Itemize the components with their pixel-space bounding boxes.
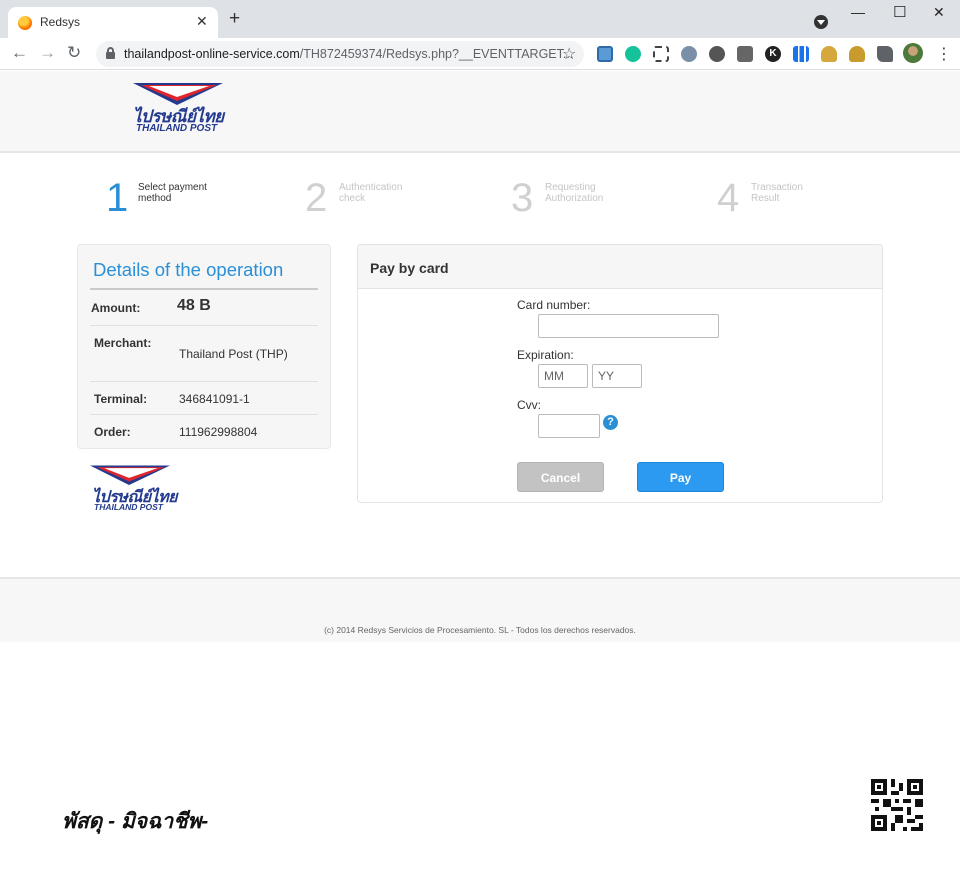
extensions-puzzle-icon[interactable]	[877, 46, 893, 62]
cvv-label: Cvv:	[517, 398, 541, 412]
terminal-value: 346841091-1	[179, 392, 250, 406]
merchant-label: Merchant:	[94, 336, 152, 350]
cancel-button[interactable]: Cancel	[517, 462, 604, 492]
thailand-post-logo-small: ไปรษณีย์ไทย THAILAND POST	[90, 465, 178, 512]
step-4-label: Transaction Result	[751, 182, 803, 204]
expiration-label: Expiration:	[517, 348, 574, 362]
order-label: Order:	[94, 425, 131, 439]
url-host: thailandpost-online-service.com	[124, 47, 300, 61]
amount-label: Amount:	[91, 301, 141, 315]
grammarly-extension-icon[interactable]	[625, 46, 641, 62]
screenshot-extension-icon[interactable]	[653, 46, 669, 62]
window-close-icon[interactable]: ✕	[933, 4, 945, 21]
browser-tab-strip: Redsys ✕ + — ☐ ✕	[0, 0, 960, 38]
qr-code-icon	[871, 779, 923, 831]
divider	[90, 288, 318, 290]
terminal-label: Terminal:	[94, 392, 148, 406]
step-3-number: 3	[511, 176, 534, 220]
logo-english-text: THAILAND POST	[94, 502, 163, 512]
url-path: /TH872459374/Redsys.php?__EVENTTARGET...	[299, 47, 574, 61]
operation-details-panel: Details of the operation Amount: 48 B Me…	[77, 244, 331, 449]
lock-icon[interactable]	[106, 47, 115, 59]
browser-menu-icon[interactable]: ⋮	[936, 44, 952, 64]
divider	[90, 325, 318, 326]
card-number-label: Card number:	[517, 298, 591, 312]
expiration-month-input[interactable]	[538, 364, 588, 388]
site-footer: (c) 2014 Redsys Servicios de Procesamien…	[0, 577, 960, 642]
cvv-input[interactable]	[538, 414, 600, 438]
stats-extension-icon[interactable]	[793, 46, 809, 62]
step-1-label: Select payment method	[138, 182, 207, 204]
emblem-extension-icon[interactable]	[821, 46, 837, 62]
logo-english-text: THAILAND POST	[136, 123, 218, 134]
card-number-input[interactable]	[538, 314, 719, 338]
step-3-label: Requesting Authorization	[545, 182, 604, 204]
k-extension-icon[interactable]: K	[765, 46, 781, 62]
bookmark-star-icon[interactable]: ☆	[562, 44, 576, 64]
site-header: ไปรษณีย์ไทย THAILAND POST	[0, 71, 960, 153]
reload-icon[interactable]: ↻	[67, 43, 81, 63]
amount-value: 48 B	[177, 297, 211, 314]
thailand-post-logo: ไปรษณีย์ไทย THAILAND POST	[133, 83, 224, 140]
new-tab-icon[interactable]: +	[229, 9, 240, 28]
feather-extension-icon[interactable]	[681, 46, 697, 62]
play-extension-icon[interactable]	[737, 46, 753, 62]
minimize-icon[interactable]: —	[851, 4, 865, 20]
expiration-year-input[interactable]	[592, 364, 642, 388]
details-title: Details of the operation	[93, 259, 284, 280]
step-2-number: 2	[305, 176, 328, 220]
firefox-favicon-icon	[18, 16, 32, 30]
emblem-extension-icon-2[interactable]	[849, 46, 865, 62]
back-icon[interactable]: ←	[11, 43, 28, 63]
tab-title: Redsys	[40, 15, 81, 29]
tab-close-icon[interactable]: ✕	[196, 13, 208, 30]
maximize-icon[interactable]: ☐	[893, 3, 906, 21]
block-extension-icon[interactable]	[709, 46, 725, 62]
pay-button[interactable]: Pay	[637, 462, 724, 492]
cvv-help-icon[interactable]: ?	[603, 415, 618, 430]
step-1-number: 1	[106, 176, 129, 220]
merchant-value: Thailand Post (THP)	[179, 347, 288, 361]
translate-extension-icon[interactable]	[597, 46, 613, 62]
browser-toolbar: ← → ↻ thailandpost-online-service.com/TH…	[0, 38, 960, 103]
divider	[90, 381, 318, 382]
divider	[90, 414, 318, 415]
browser-tab[interactable]: Redsys ✕	[8, 7, 218, 38]
copyright-text: (c) 2014 Redsys Servicios de Procesamien…	[324, 625, 636, 635]
profile-avatar[interactable]	[903, 43, 923, 63]
pay-panel-title: Pay by card	[370, 260, 449, 276]
step-2-label: Authentication check	[339, 182, 403, 204]
step-4-number: 4	[717, 176, 740, 220]
pay-panel-header: Pay by card	[358, 245, 882, 289]
url-text[interactable]: thailandpost-online-service.com/TH872459…	[124, 47, 573, 61]
order-value: 111962998804	[179, 425, 258, 439]
forward-icon[interactable]: →	[39, 43, 56, 63]
tab-search-icon[interactable]	[814, 15, 828, 29]
address-bar[interactable]: thailandpost-online-service.com/TH872459…	[96, 41, 584, 67]
overlay-caption: พัสดุ - มิจฉาชีพ-	[62, 810, 209, 833]
